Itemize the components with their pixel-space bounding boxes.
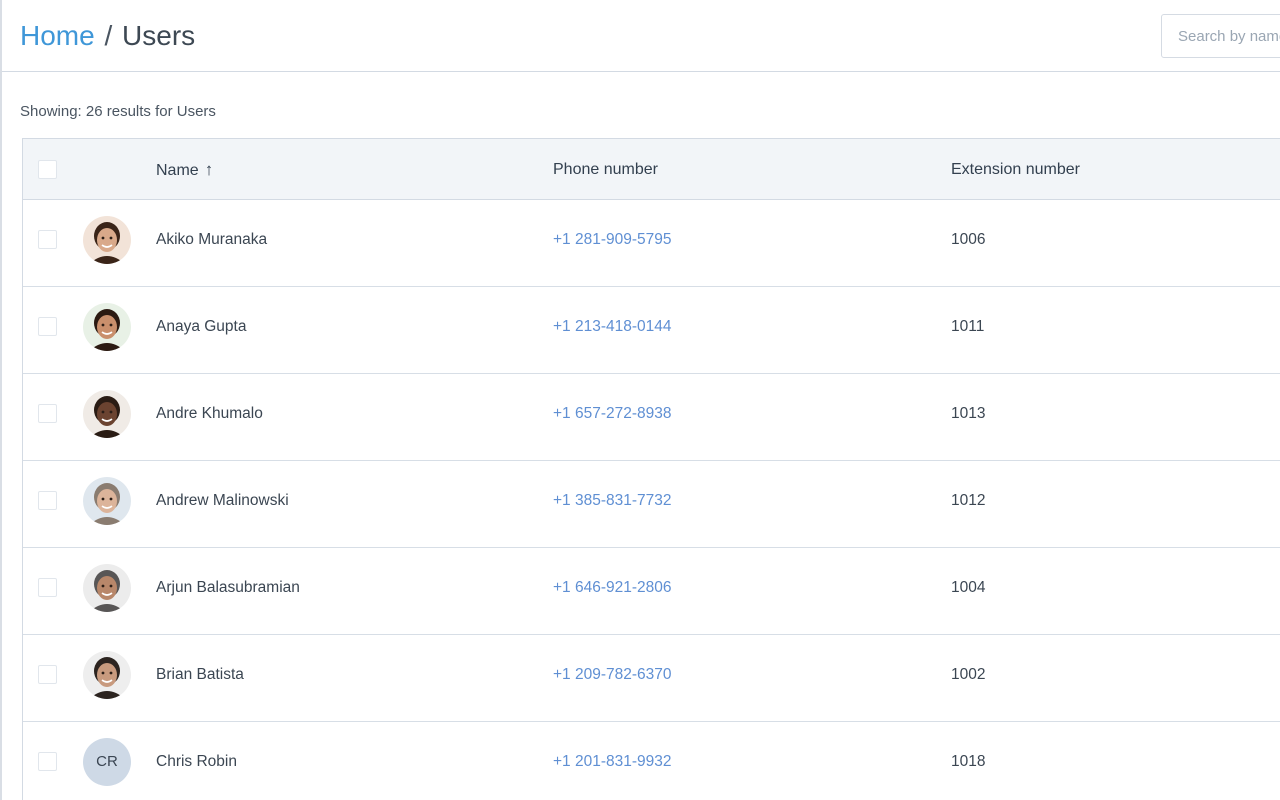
user-name: Arjun Balasubramian (156, 579, 300, 596)
avatar (83, 651, 131, 699)
results-count: Showing: 26 results for Users (20, 103, 216, 120)
user-name: Andrew Malinowski (156, 492, 289, 509)
page-header: Home / Users (2, 0, 1280, 72)
breadcrumb: Home / Users (20, 18, 195, 54)
table-row[interactable]: Andre Khumalo +1 657-272-8938 1013 (23, 374, 1280, 461)
extension-number: 1011 (951, 318, 985, 335)
column-header-name-label: Name (156, 162, 199, 179)
row-checkbox[interactable] (38, 578, 57, 597)
phone-number-link[interactable]: +1 201-831-9932 (553, 722, 672, 800)
row-checkbox[interactable] (38, 230, 57, 249)
phone-number-link[interactable]: +1 209-782-6370 (553, 635, 672, 715)
user-name: Brian Batista (156, 666, 244, 683)
row-checkbox[interactable] (38, 317, 57, 336)
breadcrumb-home-link[interactable]: Home (20, 20, 95, 51)
avatar (83, 564, 131, 612)
users-table: Name ↑ Phone number Extension number Akik… (22, 138, 1280, 800)
search-input[interactable] (1161, 14, 1280, 58)
extension-number: 1012 (951, 492, 986, 509)
table-header: Name ↑ Phone number Extension number (23, 139, 1280, 200)
breadcrumb-separator: / (104, 20, 113, 51)
extension-number: 1002 (951, 666, 986, 683)
avatar (83, 477, 131, 525)
avatar-initials: CR (83, 738, 131, 786)
phone-number-link[interactable]: +1 281-909-5795 (553, 200, 672, 280)
avatar (83, 216, 131, 264)
table-row[interactable]: Arjun Balasubramian +1 646-921-2806 1004 (23, 548, 1280, 635)
avatar (83, 390, 131, 438)
table-body: Akiko Muranaka +1 281-909-5795 1006 Anaya G… (23, 200, 1280, 800)
row-checkbox[interactable] (38, 752, 57, 771)
table-row[interactable]: Brian Batista +1 209-782-6370 1002 (23, 635, 1280, 722)
page-title: Users (122, 20, 196, 51)
table-row[interactable]: CR Chris Robin +1 201-831-9932 1018 (23, 722, 1280, 800)
avatar (83, 303, 131, 351)
arrow-up-icon: ↑ (204, 160, 214, 179)
row-checkbox[interactable] (38, 491, 57, 510)
extension-number: 1006 (951, 231, 986, 248)
phone-number-link[interactable]: +1 646-921-2806 (553, 548, 672, 628)
table-row[interactable]: Andrew Malinowski +1 385-831-7732 1012 (23, 461, 1280, 548)
select-all-checkbox[interactable] (38, 160, 57, 179)
row-checkbox[interactable] (38, 665, 57, 684)
phone-number-link[interactable]: +1 213-418-0144 (553, 287, 672, 367)
user-name: Chris Robin (156, 753, 237, 770)
extension-number: 1004 (951, 579, 986, 596)
table-row[interactable]: Anaya Gupta +1 213-418-0144 1011 (23, 287, 1280, 374)
column-header-extension: Extension number (951, 161, 1080, 178)
phone-number-link[interactable]: +1 657-272-8938 (553, 374, 672, 454)
column-header-name[interactable]: Name ↑ (156, 139, 213, 201)
user-name: Akiko Muranaka (156, 231, 268, 248)
user-name: Andre Khumalo (156, 405, 263, 422)
user-name: Anaya Gupta (156, 318, 247, 335)
table-row[interactable]: Akiko Muranaka +1 281-909-5795 1006 (23, 200, 1280, 287)
column-header-phone: Phone number (553, 161, 658, 178)
phone-number-link[interactable]: +1 385-831-7732 (553, 461, 672, 541)
row-checkbox[interactable] (38, 404, 57, 423)
extension-number: 1013 (951, 405, 986, 422)
extension-number: 1018 (951, 753, 986, 770)
app: Home / Users Showing: 26 results for Use… (0, 0, 1280, 800)
